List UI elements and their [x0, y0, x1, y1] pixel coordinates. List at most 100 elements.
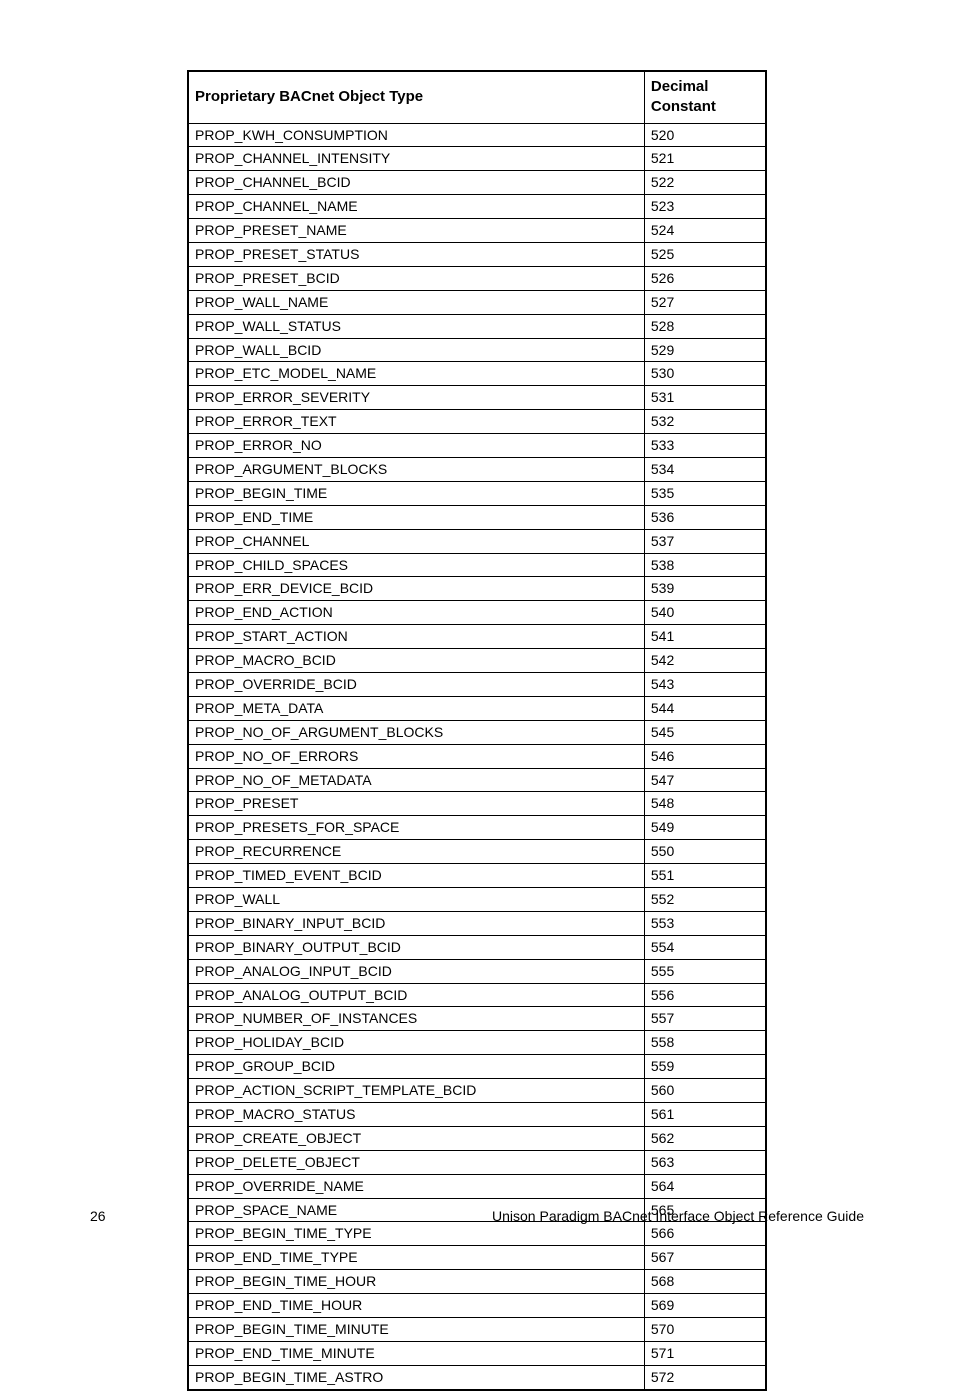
decimal-constant-cell: 560 — [644, 1079, 766, 1103]
object-type-cell: PROP_CHANNEL_BCID — [188, 171, 644, 195]
table-row: PROP_WALL552 — [188, 888, 766, 912]
object-type-cell: PROP_NUMBER_OF_INSTANCES — [188, 1007, 644, 1031]
decimal-constant-cell: 536 — [644, 505, 766, 529]
object-type-cell: PROP_OVERRIDE_NAME — [188, 1174, 644, 1198]
object-type-cell: PROP_END_TIME_HOUR — [188, 1294, 644, 1318]
object-type-cell: PROP_NO_OF_ARGUMENT_BLOCKS — [188, 720, 644, 744]
table-row: PROP_CHANNEL_NAME523 — [188, 195, 766, 219]
object-type-cell: PROP_ERROR_NO — [188, 434, 644, 458]
decimal-constant-cell: 542 — [644, 649, 766, 673]
table-row: PROP_MACRO_BCID542 — [188, 649, 766, 673]
table-row: PROP_BINARY_OUTPUT_BCID554 — [188, 935, 766, 959]
decimal-constant-cell: 539 — [644, 577, 766, 601]
decimal-constant-cell: 566 — [644, 1222, 766, 1246]
object-type-cell: PROP_END_TIME_MINUTE — [188, 1341, 644, 1365]
decimal-constant-cell: 524 — [644, 219, 766, 243]
table-row: PROP_OVERRIDE_BCID543 — [188, 672, 766, 696]
page-footer: 26 Unison Paradigm BACnet Interface Obje… — [0, 1208, 954, 1224]
table-row: PROP_ERROR_TEXT532 — [188, 410, 766, 434]
table-row: PROP_PRESETS_FOR_SPACE549 — [188, 816, 766, 840]
table-row: PROP_PRESET_NAME524 — [188, 219, 766, 243]
object-type-cell: PROP_ACTION_SCRIPT_TEMPLATE_BCID — [188, 1079, 644, 1103]
table-row: PROP_BEGIN_TIME_TYPE566 — [188, 1222, 766, 1246]
object-type-cell: PROP_BEGIN_TIME — [188, 481, 644, 505]
table-row: PROP_BEGIN_TIME_HOUR568 — [188, 1270, 766, 1294]
decimal-constant-cell: 537 — [644, 529, 766, 553]
decimal-constant-cell: 556 — [644, 983, 766, 1007]
decimal-constant-cell: 543 — [644, 672, 766, 696]
object-type-cell: PROP_CHILD_SPACES — [188, 553, 644, 577]
object-type-cell: PROP_BEGIN_TIME_ASTRO — [188, 1365, 644, 1389]
decimal-constant-cell: 554 — [644, 935, 766, 959]
decimal-constant-cell: 572 — [644, 1365, 766, 1389]
object-type-cell: PROP_RECURRENCE — [188, 840, 644, 864]
decimal-constant-cell: 571 — [644, 1341, 766, 1365]
decimal-constant-cell: 540 — [644, 601, 766, 625]
decimal-constant-cell: 552 — [644, 888, 766, 912]
table-row: PROP_MACRO_STATUS561 — [188, 1103, 766, 1127]
object-type-cell: PROP_MACRO_BCID — [188, 649, 644, 673]
table-row: PROP_BEGIN_TIME_MINUTE570 — [188, 1318, 766, 1342]
decimal-constant-cell: 553 — [644, 911, 766, 935]
object-type-cell: PROP_ANALOG_OUTPUT_BCID — [188, 983, 644, 1007]
table-row: PROP_END_ACTION540 — [188, 601, 766, 625]
decimal-constant-cell: 569 — [644, 1294, 766, 1318]
object-type-cell: PROP_PRESETS_FOR_SPACE — [188, 816, 644, 840]
table-row: PROP_ERROR_NO533 — [188, 434, 766, 458]
decimal-constant-cell: 555 — [644, 959, 766, 983]
table-row: PROP_ERROR_SEVERITY531 — [188, 386, 766, 410]
object-type-cell: PROP_PRESET_NAME — [188, 219, 644, 243]
table-row: PROP_GROUP_BCID559 — [188, 1055, 766, 1079]
decimal-constant-cell: 533 — [644, 434, 766, 458]
object-type-cell: PROP_ANALOG_INPUT_BCID — [188, 959, 644, 983]
table-row: PROP_END_TIME_MINUTE571 — [188, 1341, 766, 1365]
decimal-constant-cell: 530 — [644, 362, 766, 386]
page-number: 26 — [90, 1208, 106, 1224]
object-type-cell: PROP_WALL_BCID — [188, 338, 644, 362]
table-row: PROP_CREATE_OBJECT562 — [188, 1126, 766, 1150]
object-type-cell: PROP_ERROR_SEVERITY — [188, 386, 644, 410]
decimal-constant-cell: 550 — [644, 840, 766, 864]
object-type-cell: PROP_NO_OF_ERRORS — [188, 744, 644, 768]
object-type-cell: PROP_CHANNEL_NAME — [188, 195, 644, 219]
table-row: PROP_ERR_DEVICE_BCID539 — [188, 577, 766, 601]
table-row: PROP_ANALOG_OUTPUT_BCID556 — [188, 983, 766, 1007]
object-type-cell: PROP_OVERRIDE_BCID — [188, 672, 644, 696]
decimal-constant-cell: 547 — [644, 768, 766, 792]
table-row: PROP_ARGUMENT_BLOCKS534 — [188, 457, 766, 481]
table-row: PROP_PRESET548 — [188, 792, 766, 816]
object-type-cell: PROP_END_ACTION — [188, 601, 644, 625]
bacnet-object-type-table: Proprietary BACnet Object Type Decimal C… — [187, 70, 767, 1391]
decimal-constant-cell: 529 — [644, 338, 766, 362]
object-type-cell: PROP_ERR_DEVICE_BCID — [188, 577, 644, 601]
decimal-constant-cell: 557 — [644, 1007, 766, 1031]
decimal-constant-cell: 551 — [644, 864, 766, 888]
object-type-cell: PROP_END_TIME_TYPE — [188, 1246, 644, 1270]
decimal-constant-cell: 544 — [644, 696, 766, 720]
table-row: PROP_WALL_BCID529 — [188, 338, 766, 362]
table-row: PROP_BEGIN_TIME_ASTRO572 — [188, 1365, 766, 1389]
table-row: PROP_NO_OF_ARGUMENT_BLOCKS545 — [188, 720, 766, 744]
object-type-cell: PROP_NO_OF_METADATA — [188, 768, 644, 792]
decimal-constant-cell: 521 — [644, 147, 766, 171]
decimal-constant-cell: 562 — [644, 1126, 766, 1150]
object-type-cell: PROP_META_DATA — [188, 696, 644, 720]
table-row: PROP_PRESET_BCID526 — [188, 266, 766, 290]
decimal-constant-cell: 528 — [644, 314, 766, 338]
table-row: PROP_CHANNEL_INTENSITY521 — [188, 147, 766, 171]
decimal-constant-cell: 545 — [644, 720, 766, 744]
table-row: PROP_CHANNEL537 — [188, 529, 766, 553]
object-type-cell: PROP_WALL — [188, 888, 644, 912]
table-row: PROP_DELETE_OBJECT563 — [188, 1150, 766, 1174]
decimal-constant-cell: 523 — [644, 195, 766, 219]
table-row: PROP_OVERRIDE_NAME564 — [188, 1174, 766, 1198]
decimal-constant-cell: 522 — [644, 171, 766, 195]
object-type-cell: PROP_BEGIN_TIME_HOUR — [188, 1270, 644, 1294]
table-row: PROP_PRESET_STATUS525 — [188, 242, 766, 266]
decimal-constant-cell: 538 — [644, 553, 766, 577]
object-type-cell: PROP_START_ACTION — [188, 625, 644, 649]
table-row: PROP_NO_OF_ERRORS546 — [188, 744, 766, 768]
table-row: PROP_ANALOG_INPUT_BCID555 — [188, 959, 766, 983]
table-header-constant: Decimal Constant — [644, 71, 766, 123]
table-row: PROP_TIMED_EVENT_BCID551 — [188, 864, 766, 888]
